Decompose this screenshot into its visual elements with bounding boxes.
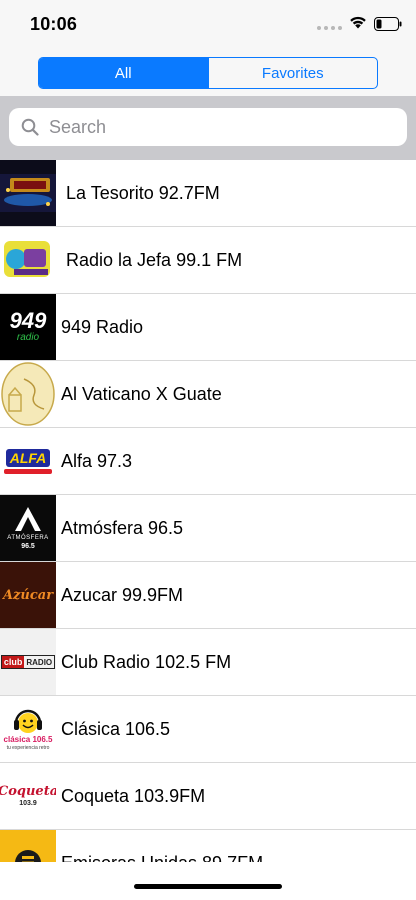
list-item[interactable]: clásica 106.5 tu experiencia retro Clási… — [0, 696, 416, 763]
clasica-logo: clásica 106.5 tu experiencia retro — [0, 696, 56, 762]
list-item[interactable]: La Tesorito 92.7FM — [0, 160, 416, 227]
search-field[interactable] — [9, 108, 407, 146]
search-input[interactable] — [47, 115, 391, 139]
filter-bar: All Favorites — [0, 52, 416, 96]
battery-icon — [374, 17, 402, 31]
radio-la-jefa-logo — [0, 227, 56, 293]
al-vaticano-logo — [0, 361, 56, 427]
atmosfera-logo: ATMÓSFERA 96.5 — [0, 495, 56, 561]
station-name: Radio la Jefa 99.1 FM — [66, 249, 243, 270]
station-name: Atmósfera 96.5 — [61, 517, 184, 538]
list-item[interactable]: Coqueta 103.9 Coqueta 103.9FM — [0, 763, 416, 830]
search-bar — [0, 96, 416, 160]
status-time: 10:06 — [30, 14, 78, 34]
status-bar: 10:06 — [0, 0, 416, 52]
list-item[interactable]: ALFA Alfa 97.3 — [0, 428, 416, 495]
station-name: Coqueta 103.9FM — [61, 785, 206, 806]
station-name: La Tesorito 92.7FM — [66, 182, 220, 203]
azucar-logo: Azúcar — [0, 562, 56, 628]
station-list[interactable]: La Tesorito 92.7FM Radio la Jefa 99.1 FM… — [0, 160, 416, 862]
list-item[interactable]: Azúcar Azucar 99.9FM — [0, 562, 416, 629]
smiley-headphones-icon — [14, 709, 42, 733]
station-name: Emisoras Unidas 89.7FM — [61, 853, 263, 863]
list-item[interactable]: Al Vaticano X Guate — [0, 361, 416, 428]
tab-all[interactable]: All — [39, 58, 208, 88]
list-item[interactable]: ATMÓSFERA 96.5 Atmósfera 96.5 — [0, 495, 416, 562]
station-name: Alfa 97.3 — [61, 450, 133, 471]
emisoras-unidas-mark-icon — [15, 850, 41, 862]
emisoras-unidas-logo — [0, 830, 56, 862]
filter-segmented-control[interactable]: All Favorites — [38, 57, 378, 89]
list-item[interactable]: 949 radio 949 Radio — [0, 294, 416, 361]
station-name: 949 Radio — [61, 316, 144, 337]
atmosfera-mark-icon — [15, 506, 41, 531]
club-radio-logo: club RADIO — [0, 629, 56, 695]
949-radio-logo: 949 radio — [0, 294, 56, 360]
list-item[interactable]: Radio la Jefa 99.1 FM — [0, 227, 416, 294]
tab-favorites[interactable]: Favorites — [207, 58, 378, 88]
alfa-logo: ALFA — [0, 428, 56, 494]
station-name: Azucar 99.9FM — [61, 584, 184, 605]
station-name: Clásica 106.5 — [61, 718, 171, 739]
home-area — [0, 862, 416, 900]
station-name: Club Radio 102.5 FM — [61, 651, 232, 672]
coqueta-logo: Coqueta 103.9 — [0, 784, 56, 807]
home-indicator[interactable] — [134, 884, 282, 889]
wifi-icon — [350, 16, 366, 29]
list-item[interactable]: club RADIO Club Radio 102.5 FM — [0, 629, 416, 696]
search-icon — [21, 118, 39, 136]
station-name: Al Vaticano X Guate — [61, 383, 222, 404]
la-tesorito-logo — [0, 160, 56, 226]
cellular-signal-icon — [317, 26, 342, 30]
list-item[interactable]: Emisoras Unidas 89.7FM — [0, 830, 416, 862]
